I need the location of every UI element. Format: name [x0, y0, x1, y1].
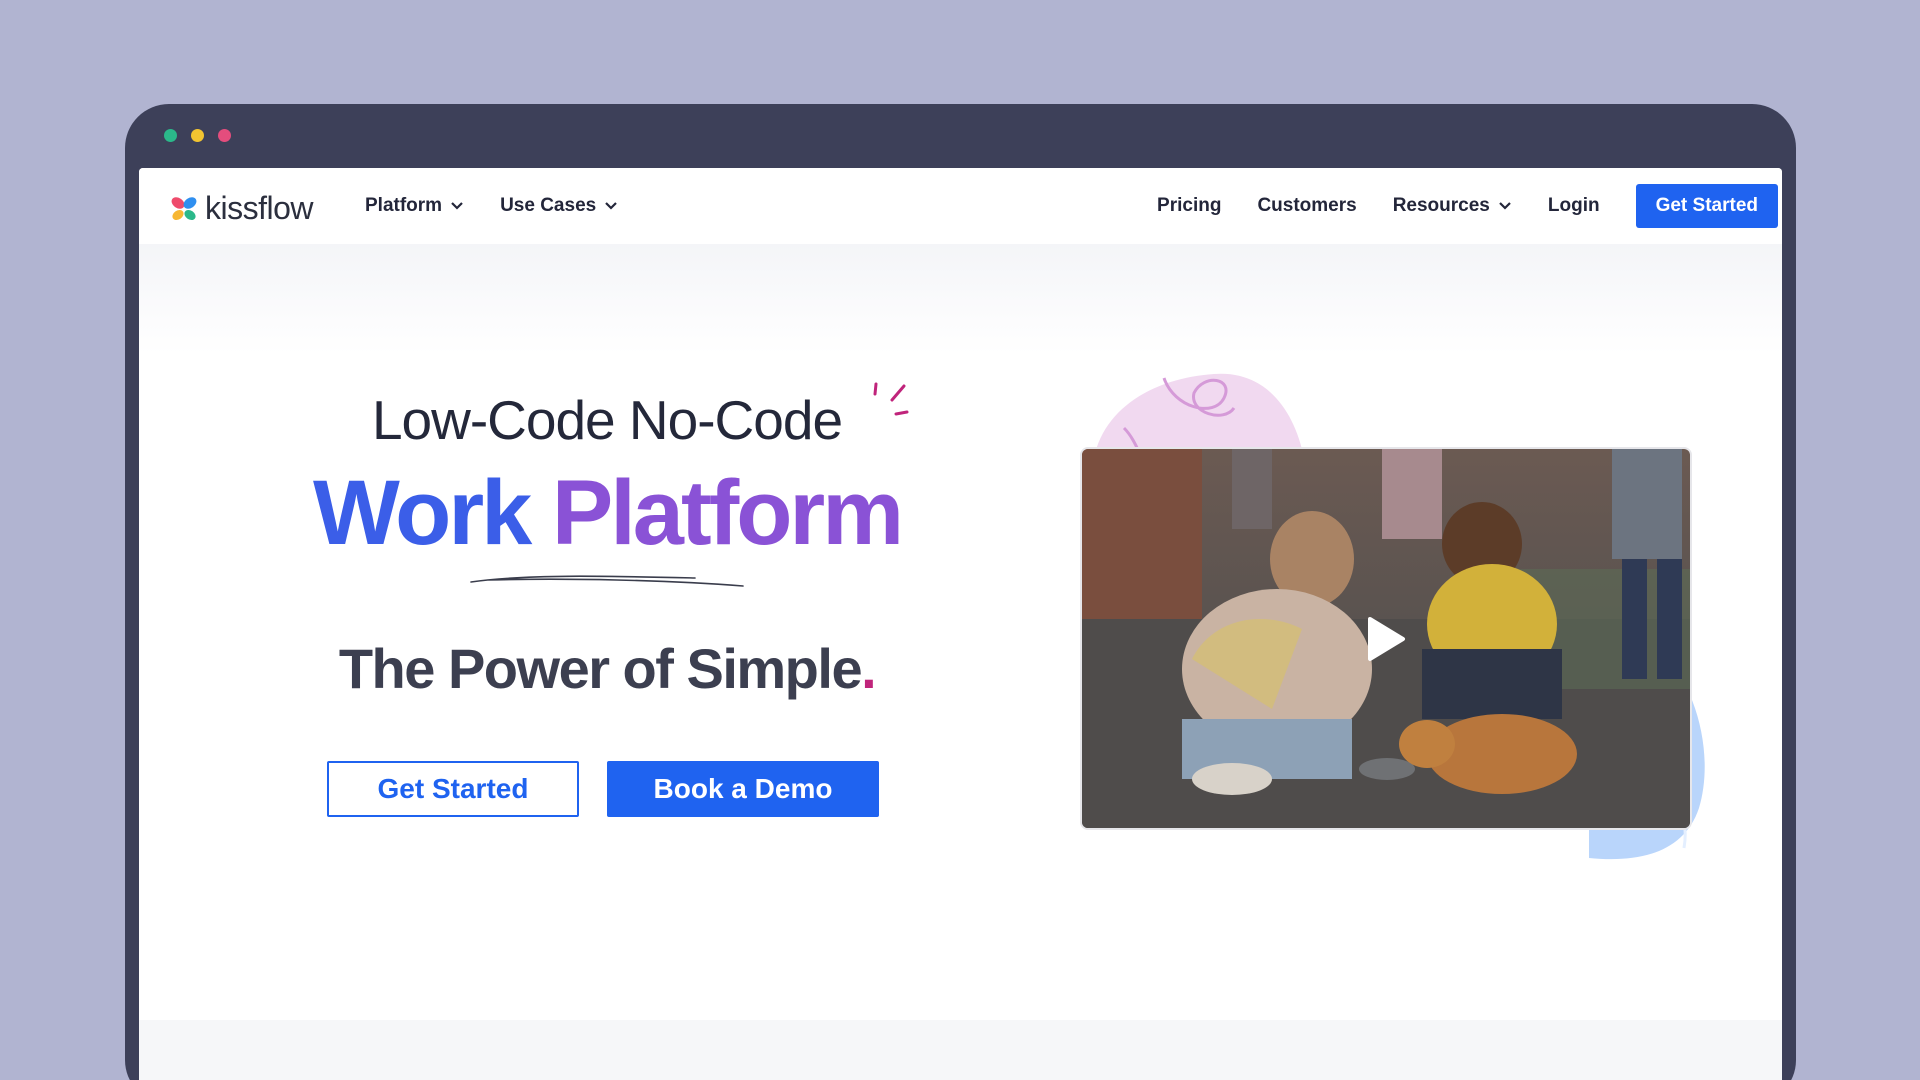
nav-login[interactable]: Login: [1548, 195, 1600, 217]
tagline-period: .: [861, 637, 877, 700]
chevron-down-icon: [605, 202, 617, 210]
primary-nav: Platform Use Cases: [365, 168, 618, 244]
nav-resources-label: Resources: [1392, 195, 1490, 216]
top-navbar: kissflow Platform Use Cases Pricing Cust…: [139, 168, 1782, 244]
nav-login-label: Login: [1547, 195, 1600, 216]
window-dot-yellow[interactable]: [191, 129, 204, 142]
hero-eyebrow: Low-Code No-Code: [371, 389, 843, 451]
hero-top-band: [139, 244, 1782, 354]
pink-blob-decoration: [1094, 373, 1304, 458]
chevron-down-icon: [451, 202, 463, 210]
nav-use-cases[interactable]: Use Cases: [500, 195, 618, 217]
nav-pricing-label: Pricing: [1157, 195, 1222, 216]
web-page: kissflow Platform Use Cases Pricing Cust…: [139, 168, 1782, 1080]
nav-platform-label: Platform: [365, 195, 443, 216]
sparkle-accent-icon: [873, 382, 909, 416]
nav-pricing[interactable]: Pricing: [1157, 195, 1221, 217]
window-dot-red[interactable]: [218, 129, 231, 142]
chevron-down-icon: [1499, 202, 1511, 210]
nav-customers[interactable]: Customers: [1257, 195, 1356, 217]
play-icon[interactable]: [1366, 616, 1406, 662]
window-controls: [164, 129, 231, 142]
hero-tagline: The Power of Simple.: [307, 636, 907, 701]
hero-get-started-button[interactable]: Get Started: [327, 761, 579, 817]
hero-video[interactable]: [1080, 447, 1692, 830]
nav-platform[interactable]: Platform: [365, 195, 464, 217]
window-dot-green[interactable]: [164, 129, 177, 142]
nav-use-cases-label: Use Cases: [500, 195, 597, 216]
brand-logo[interactable]: kissflow: [169, 190, 314, 227]
butterfly-logo-icon: [171, 196, 197, 220]
book-demo-button[interactable]: Book a Demo: [607, 761, 879, 817]
headline-word-work: Work: [312, 462, 532, 564]
nav-get-started-button[interactable]: Get Started: [1635, 184, 1778, 228]
nav-resources[interactable]: Resources: [1393, 195, 1512, 217]
section-divider-band: [139, 1020, 1782, 1080]
brand-name: kissflow: [205, 190, 314, 226]
scribble-underline: [470, 575, 744, 587]
hero-headline: Work Platform: [307, 458, 907, 568]
secondary-nav: Pricing Customers Resources Login Get St…: [1157, 168, 1778, 244]
nav-customers-label: Customers: [1257, 195, 1357, 216]
tagline-text: The Power of Simple: [338, 637, 863, 700]
browser-window: kissflow Platform Use Cases Pricing Cust…: [125, 104, 1796, 1080]
headline-word-platform: Platform: [551, 462, 904, 564]
